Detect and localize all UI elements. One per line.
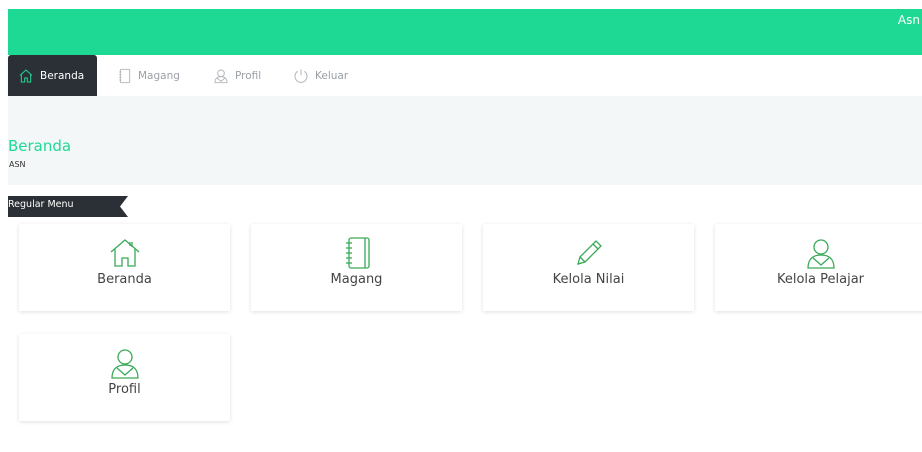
page-header: Beranda ASN [8, 96, 922, 185]
top-bar: Asn [8, 9, 922, 55]
power-icon [294, 68, 308, 83]
home-icon [19, 68, 33, 82]
main-nav: Beranda Magang Profil Keluar [8, 55, 922, 96]
notebook-icon [119, 68, 131, 83]
nav-item-beranda[interactable]: Beranda [8, 55, 97, 96]
menu-card-kelola-pelajar[interactable]: Kelola Pelajar [715, 224, 922, 311]
user-icon [214, 69, 228, 83]
card-label: Kelola Nilai [552, 272, 625, 287]
card-label: Beranda [97, 272, 152, 287]
menu-card-profil[interactable]: Profil [19, 334, 230, 421]
nav-item-label: Keluar [315, 69, 349, 82]
card-label: Profil [108, 382, 141, 397]
menu-card-magang[interactable]: Magang [251, 224, 462, 311]
section-label: Regular Menu [8, 199, 74, 210]
user-icon [110, 349, 139, 379]
page-subtitle: ASN [9, 160, 26, 169]
user-name[interactable]: Asn [898, 13, 920, 27]
menu-card-beranda[interactable]: Beranda [19, 224, 230, 311]
card-label: Kelola Pelajar [776, 272, 865, 287]
notebook-icon [345, 237, 370, 269]
nav-item-profil[interactable]: Profil [213, 55, 261, 96]
pencil-icon [576, 240, 602, 265]
nav-item-label: Beranda [40, 69, 85, 82]
menu-card-kelola-nilai[interactable]: Kelola Nilai [483, 224, 694, 311]
nav-item-label: Profil [235, 69, 262, 82]
card-label: Magang [330, 272, 383, 287]
nav-item-keluar[interactable]: Keluar [293, 55, 348, 96]
home-icon [110, 239, 139, 267]
page-title: Beranda [8, 137, 72, 155]
nav-item-magang[interactable]: Magang [118, 55, 180, 96]
user-icon [806, 239, 835, 269]
nav-item-label: Magang [138, 69, 180, 82]
